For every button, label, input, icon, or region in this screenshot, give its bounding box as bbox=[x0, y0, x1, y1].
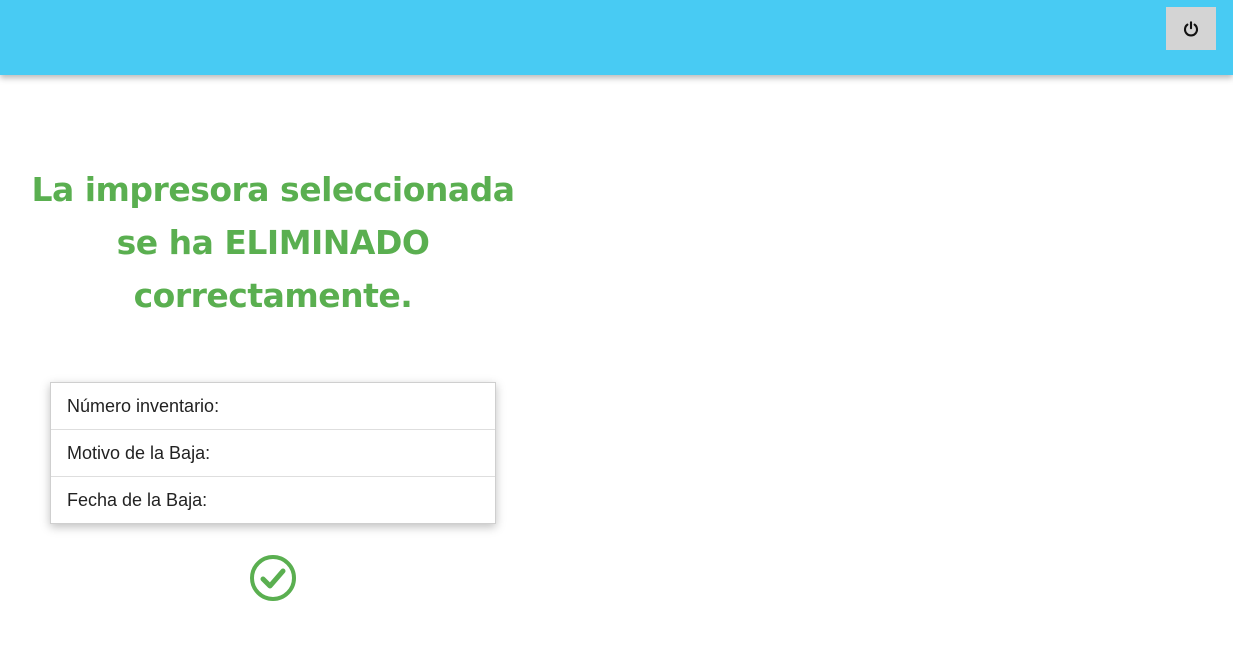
inventory-number-item: Número inventario: bbox=[51, 383, 495, 430]
removal-date-item: Fecha de la Baja: bbox=[67, 489, 208, 510]
success-message-line-3: correctamente. bbox=[133, 276, 413, 315]
check-circle-icon bbox=[249, 554, 297, 602]
success-message-line-2: se ha ELIMINADO bbox=[116, 223, 430, 262]
top-bar bbox=[0, 0, 1233, 75]
removal-reason-item: Motivo de la Baja: bbox=[51, 430, 495, 477]
logout-power-button[interactable] bbox=[1166, 7, 1216, 50]
deletion-details-list: Número inventario: Motivo de la Baja: Fe… bbox=[50, 382, 496, 524]
power-icon bbox=[1182, 20, 1200, 38]
success-message-line-1: La impresora seleccionada bbox=[31, 170, 515, 209]
success-message: La impresora seleccionada se ha ELIMINAD… bbox=[30, 163, 516, 322]
